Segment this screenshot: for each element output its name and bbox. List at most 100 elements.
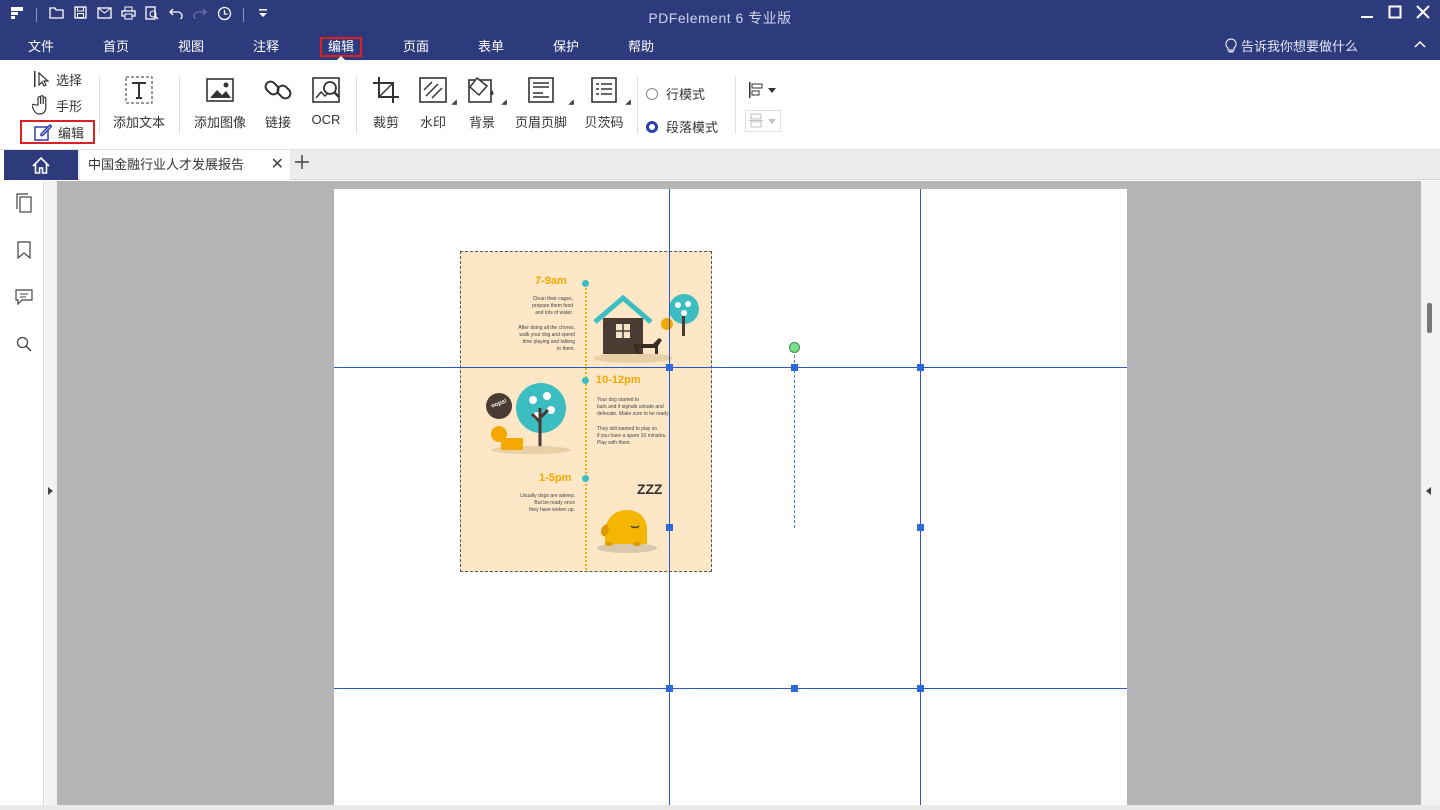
paragraph-mode-radio[interactable]: 段落模式: [646, 117, 718, 136]
scrollbar-thumb[interactable]: [1427, 303, 1432, 333]
menu-protect[interactable]: 保护: [553, 37, 579, 57]
morning-text-2: After doing all the chores, walk your do…: [518, 325, 575, 352]
new-tab-icon[interactable]: [294, 153, 310, 176]
crop-button[interactable]: 裁剪: [368, 74, 404, 131]
menu-comment[interactable]: 注释: [253, 37, 279, 57]
close-icon[interactable]: [1414, 5, 1432, 25]
menu-help[interactable]: 帮助: [628, 37, 654, 57]
add-image-button[interactable]: 添加图像: [193, 74, 247, 131]
watermark-label: 水印: [419, 115, 446, 130]
tell-me-box[interactable]: 告诉我你想要做什么: [1225, 37, 1358, 57]
rotation-axis-line: [794, 355, 795, 528]
tell-me-text: 告诉我你想要做什么: [1240, 39, 1358, 54]
menu-view[interactable]: 视图: [178, 37, 204, 57]
bookmark-icon[interactable]: [14, 240, 34, 260]
expand-left-panel-handle[interactable]: [45, 181, 57, 805]
tree-and-pug-illustration: [486, 383, 571, 454]
add-text-button[interactable]: 添加文本: [112, 74, 166, 131]
zzz-text: Z Z Z: [637, 481, 662, 497]
resize-handle[interactable]: [666, 524, 673, 531]
chevron-left-icon[interactable]: [1426, 487, 1431, 495]
link-icon: [262, 74, 294, 106]
midday-text-1: Your dog started to bark and it signals …: [597, 397, 671, 417]
resize-handle[interactable]: [666, 364, 673, 371]
lightbulb-icon: [1225, 38, 1237, 53]
background-button[interactable]: 背景: [462, 74, 507, 131]
search-icon[interactable]: [14, 334, 34, 354]
dropdown-arrow-icon[interactable]: [568, 99, 574, 105]
left-sidebar: [4, 181, 44, 805]
crop-label: 裁剪: [372, 115, 399, 130]
divider: [735, 76, 736, 134]
bates-button[interactable]: 贝茨码: [582, 74, 631, 131]
menu-form[interactable]: 表单: [478, 37, 504, 57]
radio-selected-icon: [646, 120, 658, 133]
home-icon: [32, 156, 50, 174]
dog-house-illustration: [593, 294, 699, 363]
ocr-label: OCR: [311, 112, 341, 127]
timeline-node: [582, 377, 589, 384]
window-controls: [1358, 5, 1432, 25]
chevron-down-icon: [768, 87, 776, 93]
resize-handle[interactable]: [917, 685, 924, 692]
cursor-icon: [32, 70, 50, 88]
header-footer-icon: [525, 74, 557, 106]
horizontal-guide-line[interactable]: [334, 367, 1127, 368]
status-strip: [0, 805, 1440, 810]
time-label-afternoon: 1-5pm: [539, 472, 572, 484]
paint-bucket-icon: [466, 74, 498, 106]
menu-edit[interactable]: 编辑: [320, 37, 363, 60]
background-label: 背景: [468, 115, 495, 130]
menu-page[interactable]: 页面: [403, 37, 429, 57]
select-mode-label: 选择: [56, 72, 83, 88]
edit-mode-button[interactable]: 编辑: [20, 120, 95, 144]
resize-handle[interactable]: [791, 685, 798, 692]
hand-mode-button[interactable]: 手形: [20, 92, 95, 118]
watermark-button[interactable]: 水印: [414, 74, 457, 131]
rotate-handle[interactable]: [789, 342, 800, 353]
page-thumbnails-icon[interactable]: [14, 193, 34, 213]
vertical-guide-line[interactable]: [669, 189, 670, 805]
ocr-icon: [310, 74, 342, 106]
divider: [179, 76, 180, 134]
home-tab[interactable]: [4, 150, 78, 180]
horizontal-guide-line[interactable]: [334, 688, 1127, 689]
dropdown-arrow-icon[interactable]: [501, 99, 507, 105]
select-mode-button[interactable]: 选择: [20, 66, 95, 92]
timeline-node: [582, 475, 589, 482]
vertical-scrollbar[interactable]: [1421, 181, 1440, 805]
minimize-icon[interactable]: [1358, 5, 1376, 25]
pdf-page[interactable]: 7-9am Clean their cages, prepare them fo…: [334, 189, 1127, 805]
resize-handle[interactable]: [917, 364, 924, 371]
collapse-ribbon-icon[interactable]: [1414, 35, 1426, 51]
link-button[interactable]: 链接: [260, 74, 296, 131]
hand-icon: [32, 95, 50, 115]
title-bar: PDFelement 6 专业版: [0, 0, 1440, 33]
selected-infographic-image[interactable]: 7-9am Clean their cages, prepare them fo…: [460, 251, 712, 572]
menu-file[interactable]: 文件: [28, 37, 54, 57]
distribute-dropdown-button[interactable]: [745, 110, 781, 132]
line-mode-label: 行模式: [666, 87, 706, 102]
vertical-guide-line[interactable]: [920, 189, 921, 805]
afternoon-text-1: Usually dogs are asleep. But be ready on…: [520, 493, 575, 513]
document-canvas[interactable]: 7-9am Clean their cages, prepare them fo…: [57, 181, 1421, 805]
close-tab-icon[interactable]: ✕: [271, 150, 284, 180]
ocr-button[interactable]: OCR: [308, 74, 344, 127]
dropdown-arrow-icon[interactable]: [625, 99, 631, 105]
align-dropdown-button[interactable]: [745, 79, 781, 101]
resize-handle[interactable]: [666, 685, 673, 692]
dropdown-arrow-icon[interactable]: [451, 99, 457, 105]
line-mode-radio[interactable]: 行模式: [646, 84, 705, 103]
morning-text-1: Clean their cages, prepare them food and…: [532, 296, 573, 316]
document-tab[interactable]: 中国金融行业人才发展报告 ✕: [80, 150, 290, 180]
window-title: PDFelement 6 专业版: [648, 10, 792, 26]
resize-handle[interactable]: [791, 364, 798, 371]
menu-bar: 文件 首页 视图 注释 编辑 页面 表单 保护 帮助 告诉我你想要做什么: [0, 33, 1440, 60]
comment-icon[interactable]: [14, 287, 34, 307]
menu-home[interactable]: 首页: [103, 37, 129, 57]
mode-group: 选择 手形 编辑: [20, 66, 95, 144]
header-footer-button[interactable]: 页眉页脚: [513, 74, 574, 131]
maximize-icon[interactable]: [1386, 5, 1404, 25]
divider: [637, 76, 638, 134]
resize-handle[interactable]: [917, 524, 924, 531]
